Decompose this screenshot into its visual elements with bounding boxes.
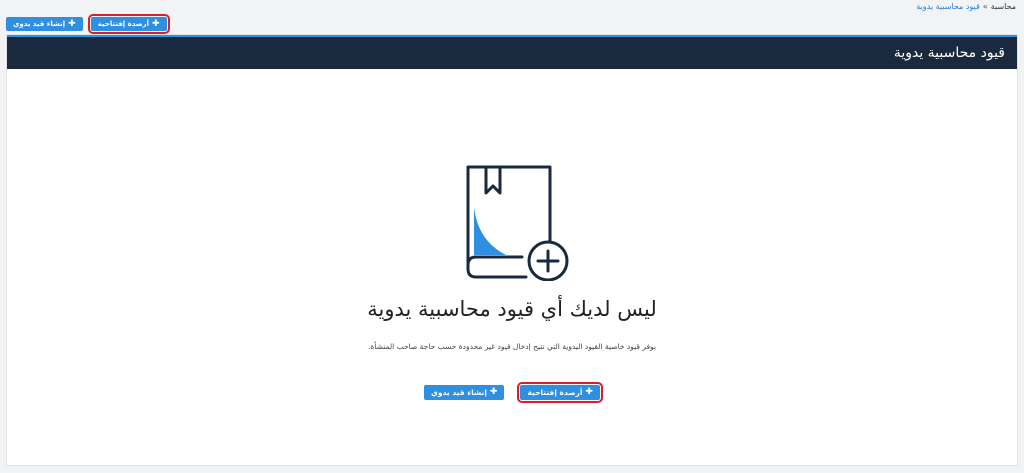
book-add-icon <box>466 165 569 281</box>
top-actions: ✚ إنشاء قيد يدوي ✚ أرصدة إفتتاحية <box>6 14 170 34</box>
create-manual-entry-label: إنشاء قيد يدوي <box>431 388 487 397</box>
panel-header: قيود محاسبية يدوية <box>7 35 1017 69</box>
opening-balances-label: أرصدة إفتتاحية <box>527 388 583 397</box>
create-manual-entry-label: إنشاء قيد يدوي <box>13 20 66 28</box>
main-panel: قيود محاسبية يدوية ليس لديك أي قيود محاس… <box>6 34 1018 466</box>
opening-balances-button[interactable]: ✚ أرصدة إفتتاحية <box>517 382 603 403</box>
create-manual-entry-button[interactable]: ✚ إنشاء قيد يدوي <box>424 385 505 400</box>
breadcrumb-parent[interactable]: محاسبة <box>991 2 1016 11</box>
empty-state-title: ليس لديك أي قيود محاسبية يدوية <box>367 297 657 321</box>
plus-icon: ✚ <box>489 387 498 397</box>
empty-state: ليس لديك أي قيود محاسبية يدوية يوفر قيود… <box>7 69 1017 465</box>
breadcrumb: محاسبة » قيود محاسبية يدوية <box>916 2 1016 11</box>
breadcrumb-current[interactable]: قيود محاسبية يدوية <box>916 2 980 11</box>
opening-balances-button[interactable]: ✚ أرصدة إفتتاحية <box>87 14 170 34</box>
plus-icon: ✚ <box>151 18 160 29</box>
opening-balances-label: أرصدة إفتتاحية <box>97 20 149 28</box>
create-manual-entry-button[interactable]: ✚ إنشاء قيد يدوي <box>6 17 83 31</box>
empty-state-description: يوفر قيود خاصية القيود اليدوية التي تتيح… <box>367 342 657 351</box>
breadcrumb-separator: » <box>982 2 988 11</box>
page-title: قيود محاسبية يدوية <box>893 45 1005 61</box>
empty-state-actions: ✚ إنشاء قيد يدوي ✚ أرصدة إفتتاحية <box>7 382 1017 403</box>
plus-icon: ✚ <box>68 18 76 29</box>
plus-icon: ✚ <box>585 387 593 397</box>
